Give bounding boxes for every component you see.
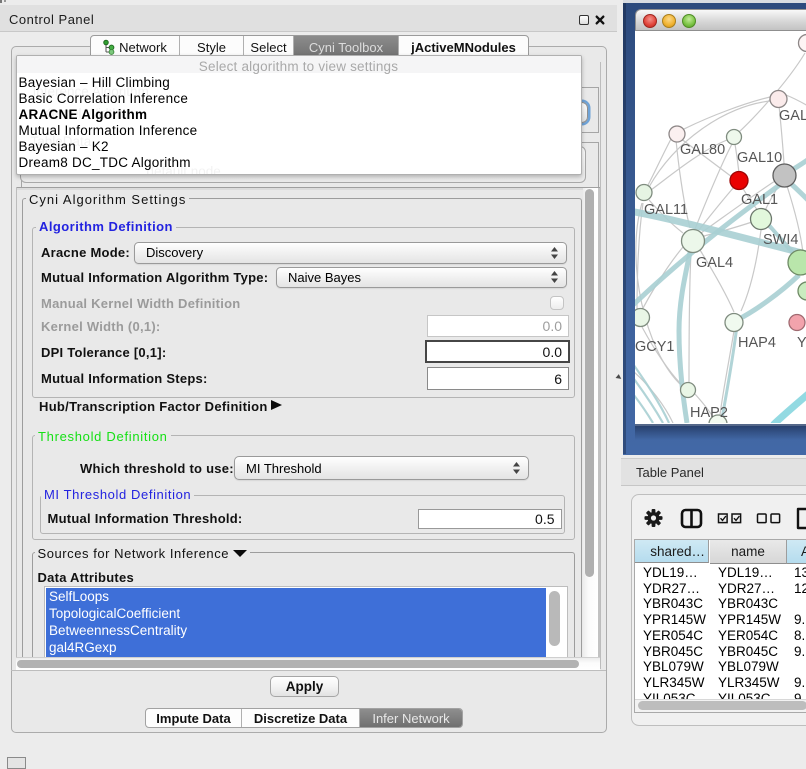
svg-text:GAL2: GAL2 bbox=[779, 108, 806, 124]
svg-text:HAP2: HAP2 bbox=[690, 405, 728, 421]
svg-text:SWI4: SWI4 bbox=[763, 232, 798, 248]
svg-text:GAL4: GAL4 bbox=[696, 255, 733, 271]
svg-text:YD: YD bbox=[797, 335, 806, 351]
svg-text:GCY1: GCY1 bbox=[635, 339, 675, 355]
svg-text:GAL11: GAL11 bbox=[644, 202, 688, 218]
svg-text:GAL80: GAL80 bbox=[680, 142, 725, 158]
svg-text:HAP4: HAP4 bbox=[738, 335, 776, 351]
svg-text:GAL1: GAL1 bbox=[741, 192, 778, 208]
svg-text:GAL10: GAL10 bbox=[737, 150, 782, 166]
